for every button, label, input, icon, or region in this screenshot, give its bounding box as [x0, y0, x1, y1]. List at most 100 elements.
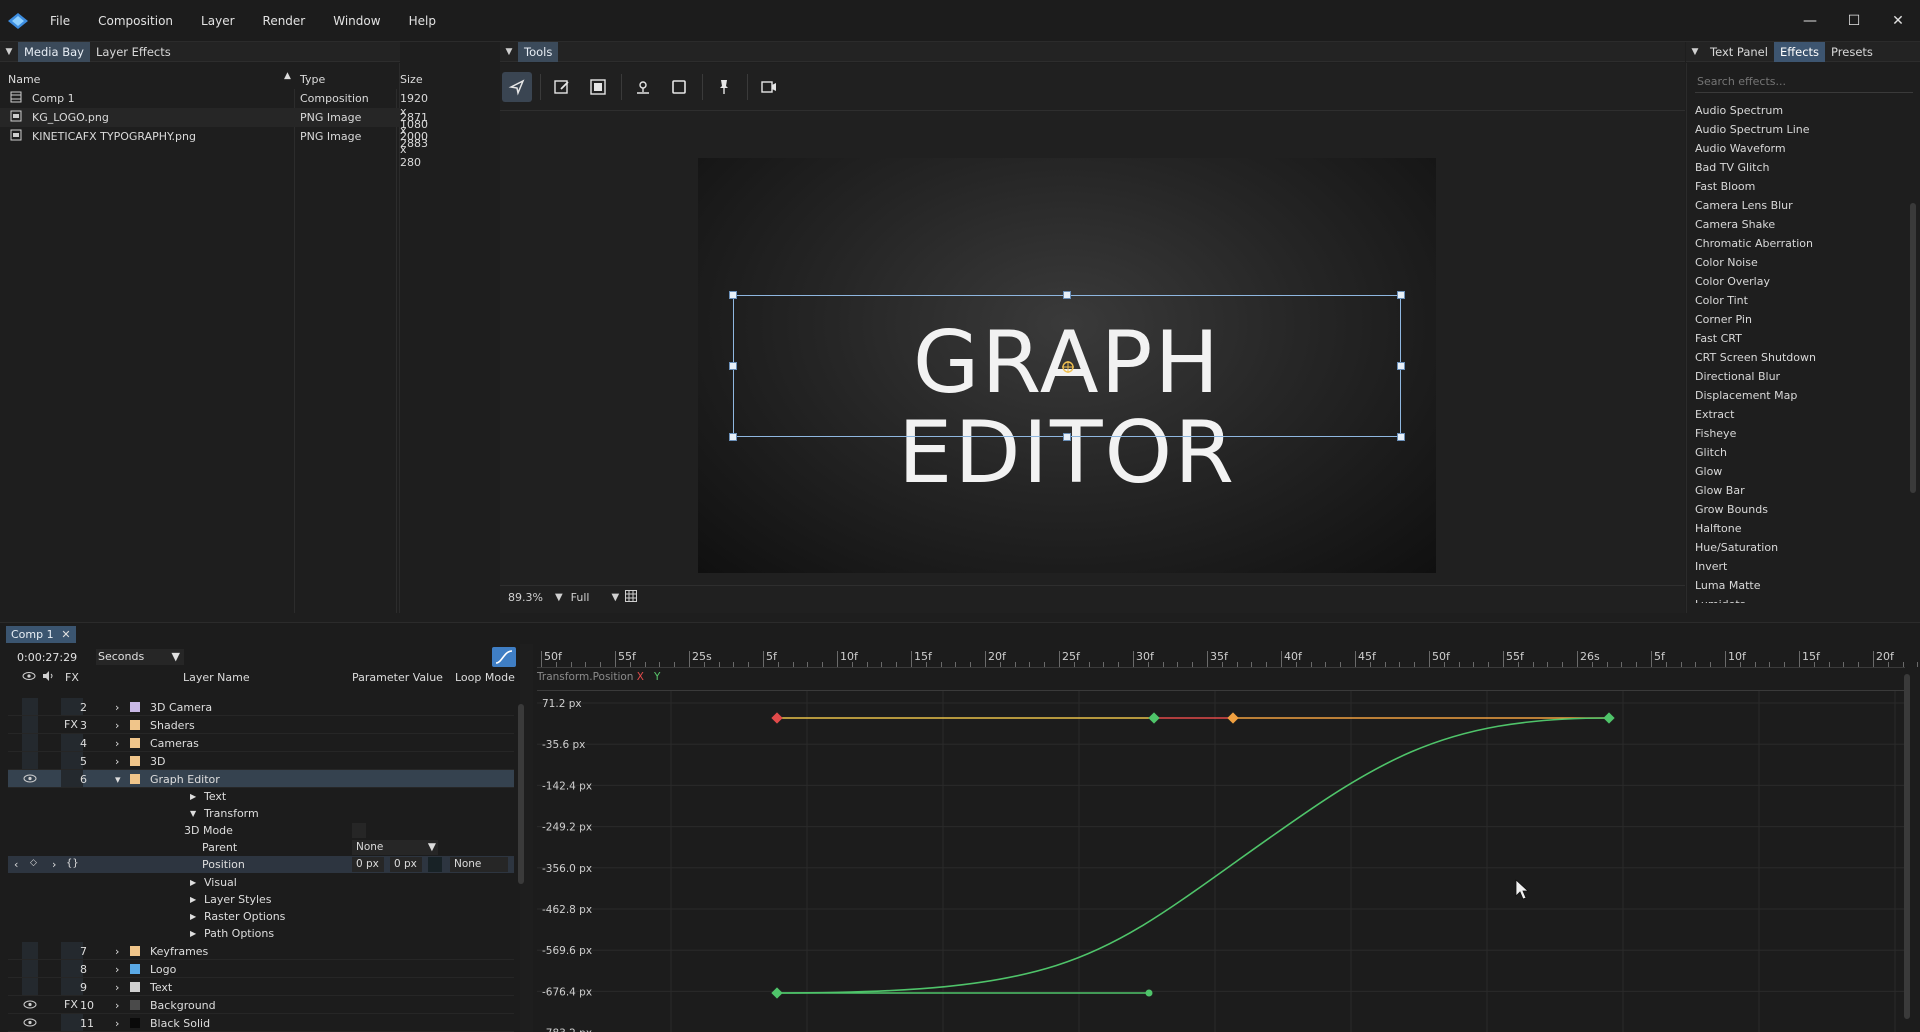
panel-menu-icon[interactable]: ▼: [500, 47, 518, 57]
layer-row[interactable]: 2 › 3D Camera: [8, 698, 514, 716]
selection-bounding-box[interactable]: [729, 291, 1405, 441]
expand-arrow-icon[interactable]: ▶: [190, 929, 196, 938]
expand-arrow-icon[interactable]: ▶: [190, 792, 196, 801]
prop-transform[interactable]: ▼ Transform: [8, 805, 514, 822]
effect-item[interactable]: Luma Matte: [1695, 576, 1895, 595]
graph-editor-toggle-button[interactable]: [492, 647, 516, 667]
effect-item[interactable]: Audio Waveform: [1695, 139, 1895, 158]
col-size[interactable]: Size: [400, 73, 423, 86]
anchor-point-icon[interactable]: [1061, 360, 1075, 377]
effect-item[interactable]: Directional Blur: [1695, 367, 1895, 386]
expand-arrow-icon[interactable]: ›: [115, 999, 119, 1012]
effect-item[interactable]: Glow Bar: [1695, 481, 1895, 500]
visibility-toggle[interactable]: [22, 698, 38, 715]
menu-render[interactable]: Render: [249, 14, 320, 28]
effect-item[interactable]: Displacement Map: [1695, 386, 1895, 405]
transform-handle[interactable]: [1397, 291, 1405, 299]
layer-row[interactable]: 9 › Text: [8, 978, 514, 996]
expand-arrow-icon[interactable]: ▶: [190, 895, 196, 904]
layer-row[interactable]: 4 › Cameras: [8, 734, 514, 752]
expand-arrow-icon[interactable]: ›: [115, 963, 119, 976]
graph-canvas[interactable]: 71.2 px -35.6 px -142.4 px -249.2 px -356.0 …: [537, 691, 1905, 1032]
pen-tool-button[interactable]: [547, 72, 577, 102]
transform-handle[interactable]: [729, 291, 737, 299]
separate-dimensions-checkbox[interactable]: [428, 857, 442, 872]
channel-x-label[interactable]: X: [637, 671, 644, 683]
time-ruler[interactable]: 50f 55f 25s 5f 10f 15f 20f 25f 30f 35f 40f 45f 50f 55…: [537, 648, 1919, 668]
layer-color-swatch[interactable]: [130, 1000, 140, 1010]
position-x-field[interactable]: 0 px: [352, 857, 384, 872]
effect-item[interactable]: Extract: [1695, 405, 1895, 424]
effect-item[interactable]: Camera Lens Blur: [1695, 196, 1895, 215]
layer-color-swatch[interactable]: [130, 1018, 140, 1028]
layer-row[interactable]: 7 › Keyframes: [8, 942, 514, 960]
sort-asc-icon[interactable]: ▲: [284, 71, 291, 81]
media-item-comp[interactable]: Comp 1 Composition 1920 x 1080: [0, 89, 428, 131]
prop-parent[interactable]: Parent None ▼: [8, 839, 514, 856]
effect-item[interactable]: Invert: [1695, 557, 1895, 576]
effects-scrollbar[interactable]: [1910, 203, 1916, 493]
transform-handle[interactable]: [1397, 433, 1405, 441]
expand-arrow-icon[interactable]: ›: [115, 719, 119, 732]
layers-scrollbar[interactable]: [518, 704, 524, 884]
effect-item[interactable]: Color Overlay: [1695, 272, 1895, 291]
link-dimensions-icon[interactable]: {}: [66, 858, 79, 869]
effect-item[interactable]: Lumidots: [1695, 595, 1895, 603]
graph-plot-area[interactable]: 71.2 px -35.6 px -142.4 px -249.2 px -356.0 …: [537, 690, 1905, 1032]
transform-handle[interactable]: [729, 433, 737, 441]
layer-color-swatch[interactable]: [130, 964, 140, 974]
mask-tool-button[interactable]: [583, 72, 613, 102]
visibility-toggle[interactable]: [22, 960, 38, 977]
pin-tool-button[interactable]: [709, 72, 739, 102]
visibility-toggle[interactable]: [22, 770, 38, 787]
panel-menu-icon[interactable]: ▼: [0, 47, 18, 57]
menu-help[interactable]: Help: [395, 14, 450, 28]
layer-row[interactable]: FX 10 › Background: [8, 996, 514, 1014]
tab-comp-1[interactable]: Comp 1 ✕: [6, 626, 76, 643]
zoom-level[interactable]: 89.3%: [508, 591, 543, 604]
col-name[interactable]: Name: [8, 73, 40, 86]
expand-arrow-icon[interactable]: ›: [115, 737, 119, 750]
menu-composition[interactable]: Composition: [84, 14, 187, 28]
prop-3d-mode[interactable]: 3D Mode: [8, 822, 514, 839]
media-item-typography[interactable]: KINETICAFX TYPOGRAPHY.png PNG Image 2000…: [0, 127, 428, 169]
layer-row[interactable]: 11 › Black Solid: [8, 1014, 514, 1032]
expand-arrow-icon[interactable]: ▶: [190, 912, 196, 921]
keyframe-x-start[interactable]: [771, 712, 783, 724]
prop-position[interactable]: ‹ ◇ › {} Position 0 px 0 px None: [8, 856, 514, 873]
minimize-button[interactable]: —: [1788, 0, 1832, 42]
effect-item[interactable]: Glow: [1695, 462, 1895, 481]
effect-item[interactable]: Camera Shake: [1695, 215, 1895, 234]
visibility-toggle[interactable]: [22, 978, 38, 995]
keyframe-x-selected[interactable]: [1227, 712, 1239, 724]
layer-color-swatch[interactable]: [130, 946, 140, 956]
tab-tools[interactable]: Tools: [518, 41, 559, 62]
expand-arrow-icon[interactable]: ›: [115, 945, 119, 958]
effect-item[interactable]: Fast Bloom: [1695, 177, 1895, 196]
layer-color-swatch[interactable]: [130, 756, 140, 766]
time-units-select[interactable]: Seconds ▼: [96, 649, 184, 665]
bezier-handle-point[interactable]: [1145, 989, 1153, 997]
expand-arrow-icon[interactable]: ›: [115, 755, 119, 768]
tab-layer-effects[interactable]: Layer Effects: [90, 42, 177, 62]
expand-arrow-icon[interactable]: ›: [115, 701, 119, 714]
prop-path-options[interactable]: ▶ Path Options: [8, 925, 514, 942]
collapse-arrow-icon[interactable]: ▼: [190, 809, 196, 818]
expand-arrow-icon[interactable]: ›: [115, 981, 119, 994]
effect-item[interactable]: Audio Spectrum: [1695, 101, 1895, 120]
loop-mode-select[interactable]: None: [450, 857, 508, 872]
transform-handle[interactable]: [1397, 362, 1405, 370]
effect-item[interactable]: Color Noise: [1695, 253, 1895, 272]
layer-row[interactable]: 6 ▾ Graph Editor: [8, 770, 514, 788]
transform-handle[interactable]: [1063, 291, 1071, 299]
effect-item[interactable]: Color Tint: [1695, 291, 1895, 310]
tab-presets[interactable]: Presets: [1825, 42, 1879, 62]
maximize-button[interactable]: ☐: [1832, 0, 1876, 42]
panel-menu-icon[interactable]: ▼: [1686, 47, 1704, 57]
anchor-tool-button[interactable]: [628, 72, 658, 102]
menu-file[interactable]: File: [36, 14, 84, 28]
effect-item[interactable]: Corner Pin: [1695, 310, 1895, 329]
prop-visual[interactable]: ▶ Visual: [8, 874, 514, 891]
layer-row[interactable]: 5 › 3D: [8, 752, 514, 770]
layer-color-swatch[interactable]: [130, 702, 140, 712]
